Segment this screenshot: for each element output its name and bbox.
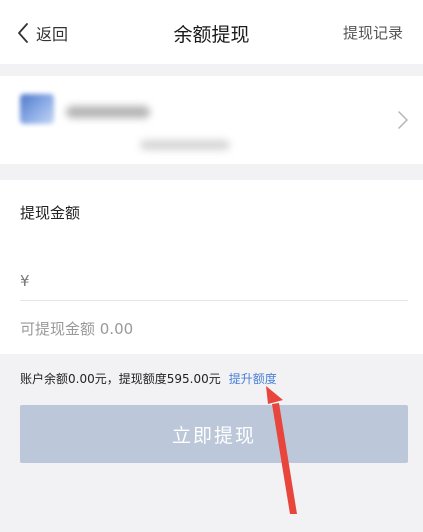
account-name-redacted — [66, 106, 150, 118]
chevron-left-icon — [18, 23, 28, 43]
amount-input[interactable] — [40, 264, 400, 296]
back-label: 返回 — [36, 25, 69, 44]
navigation-bar: 返回 余额提现 提现记录 — [0, 0, 423, 64]
bank-account-selector[interactable] — [0, 76, 423, 164]
withdraw-now-button[interactable]: 立即提现 — [20, 405, 408, 463]
divider — [20, 300, 408, 301]
withdraw-amount-section: 提现金额 ¥ 可提现金额 0.00 — [0, 180, 423, 354]
raise-limit-link[interactable]: 提升额度 — [229, 372, 277, 386]
currency-symbol: ¥ — [20, 272, 30, 290]
chevron-right-icon — [398, 111, 408, 129]
available-amount: 可提现金额 0.00 — [20, 320, 134, 338]
withdraw-records-link[interactable]: 提现记录 — [343, 22, 403, 43]
back-button[interactable]: 返回 — [16, 20, 68, 46]
balance-text: 账户余额0.00元，提现额度595.00元 — [20, 372, 221, 386]
amount-label: 提现金额 — [20, 204, 81, 222]
bank-logo-icon — [20, 94, 54, 124]
balance-info: 账户余额0.00元，提现额度595.00元 提升额度 — [20, 370, 277, 387]
account-number-redacted — [140, 140, 230, 150]
